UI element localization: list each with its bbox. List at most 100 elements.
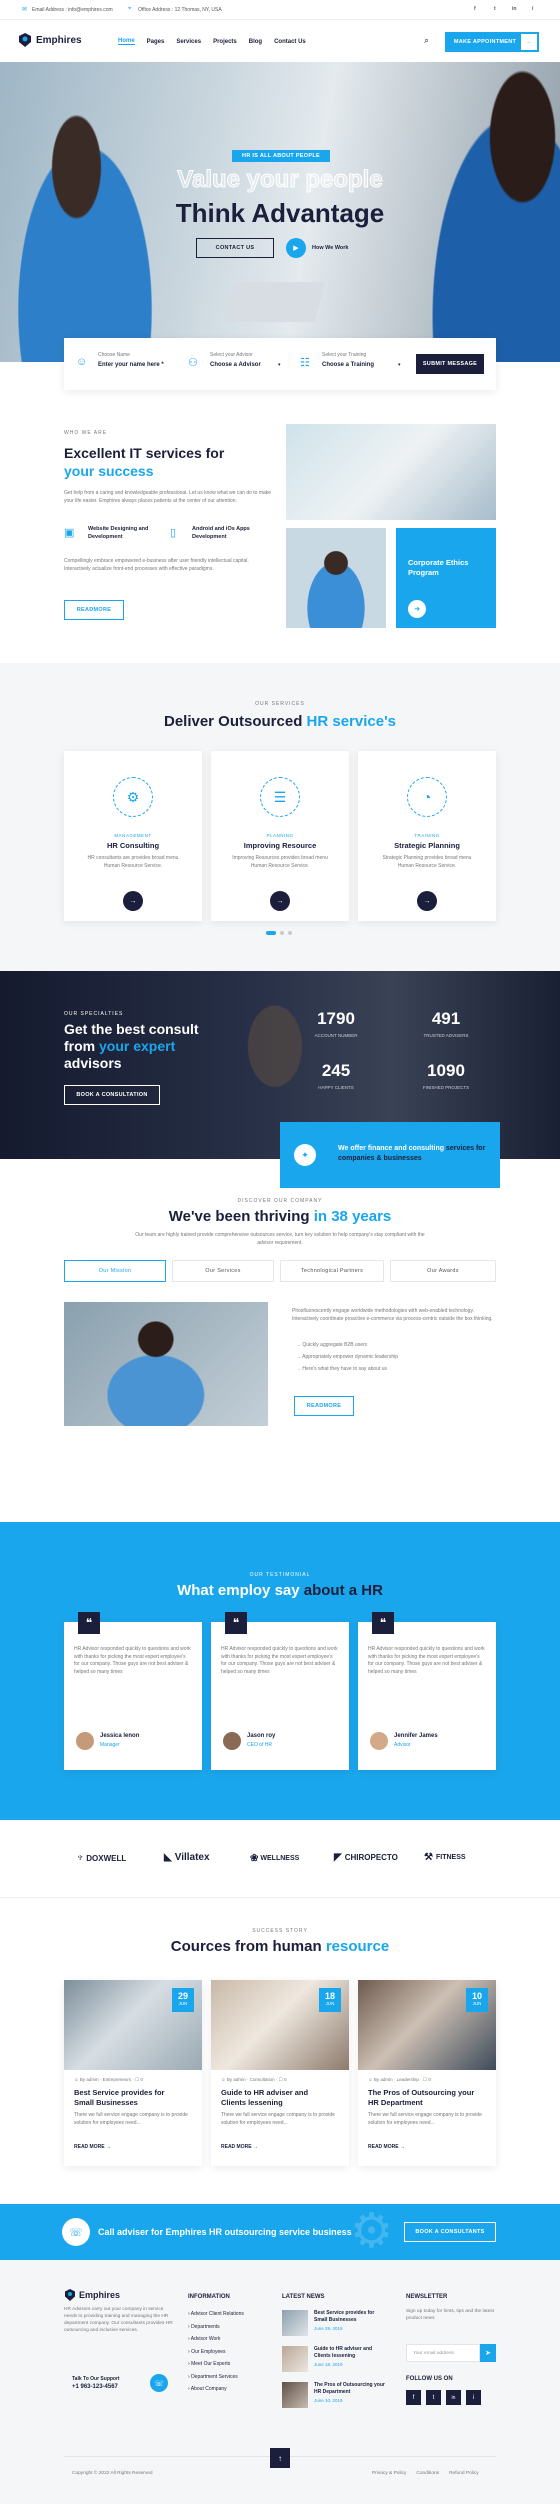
copyright: Copyright © 2022 All Rights Reserved: [72, 2471, 153, 2476]
advisor-select[interactable]: Choose a Advisor: [210, 362, 261, 368]
mission-readmore-button[interactable]: READMORE: [294, 1396, 354, 1416]
service-arrow-icon[interactable]: →: [417, 891, 437, 911]
carousel-dot[interactable]: [280, 931, 284, 935]
blog-title-b: resource: [325, 1938, 390, 1955]
footer-link[interactable]: › Advisor Work: [188, 2333, 244, 2346]
chevron-down-icon: ▾: [278, 362, 281, 368]
blog-card[interactable]: 29 JUN ☺ By admin · Entrepreneurs · ☐ 0 …: [64, 1980, 202, 2166]
client-logo-villatex[interactable]: ◣ Villatex: [164, 1852, 210, 1863]
nav-services[interactable]: Services: [176, 39, 201, 45]
newsletter-email-input[interactable]: Your email address: [406, 2344, 480, 2362]
nav-home[interactable]: Home: [118, 38, 135, 45]
book-consultants-button[interactable]: BOOK A CONSULTANTS: [404, 2222, 496, 2242]
news-item[interactable]: Best Service provides for Small Business…: [282, 2310, 382, 2340]
service-card[interactable]: ⚙ MANAGEMENT HR Consulting HR consultant…: [64, 751, 202, 921]
client-logo-chiropecto[interactable]: ◤ CHIROPECTO: [334, 1852, 398, 1863]
app-icon: ▯: [170, 527, 177, 539]
instagram-icon[interactable]: i: [466, 2390, 481, 2405]
instagram-icon[interactable]: i: [532, 6, 533, 12]
footer-link[interactable]: › Advisor Client Relations: [188, 2308, 244, 2321]
training-select[interactable]: Choose a Training: [322, 362, 374, 368]
service-card[interactable]: ☰ PLANNING Improving Resource Improving …: [211, 751, 349, 921]
search-icon[interactable]: ⌕: [424, 35, 429, 46]
tab-partners[interactable]: Technological Partners: [280, 1260, 384, 1282]
facebook-icon[interactable]: f: [474, 6, 476, 12]
read-more-link[interactable]: READ MORE →: [221, 2144, 258, 2150]
how-we-work-link[interactable]: How We Work: [312, 245, 348, 251]
blog-post-title[interactable]: Best Service provides for Small Businesse…: [74, 2088, 194, 2108]
facebook-icon[interactable]: f: [406, 2390, 421, 2405]
stats-title: Get the best consult from your expert ad…: [64, 1021, 199, 1072]
news-item[interactable]: Guide to HR adviser and Clients lessenin…: [282, 2346, 382, 2376]
refund-link[interactable]: Refund Policy: [449, 2470, 479, 2478]
footer-link[interactable]: › Our Employees: [188, 2346, 244, 2359]
training-icon: ☷: [300, 357, 310, 369]
book-consultation-button[interactable]: BOOK A CONSULTATION: [64, 1085, 160, 1105]
linkedin-icon[interactable]: in: [446, 2390, 461, 2405]
nav-contact[interactable]: Contact Us: [274, 39, 306, 45]
footer-phone[interactable]: +1 963-123-4567: [72, 2384, 118, 2390]
tab-services[interactable]: Our Services: [172, 1260, 274, 1282]
logo[interactable]: Emphires: [18, 32, 82, 48]
hero: HR IS ALL ABOUT PEOPLE Value your people…: [0, 62, 560, 362]
scroll-top-button[interactable]: ↑: [270, 2448, 290, 2468]
footer-logo[interactable]: Emphires: [64, 2288, 120, 2302]
mission-photo: [64, 1302, 268, 1426]
blog-post-title[interactable]: The Pros of Outsourcing your HR Departmen…: [368, 2088, 488, 2108]
read-more-link[interactable]: READ MORE →: [74, 2144, 111, 2150]
news-item[interactable]: The Pros of Outsourcing your HR Departme…: [282, 2382, 385, 2412]
twitter-icon[interactable]: t: [494, 6, 496, 12]
testimonial-role: CEO of HR: [247, 1742, 273, 1748]
name-input[interactable]: Enter your name here *: [98, 362, 164, 368]
blog-card[interactable]: 10 JUN ☺ By admin · Leadership · ☐ 0 The…: [358, 1980, 496, 2166]
nav-blog[interactable]: Blog: [249, 39, 262, 45]
about-text2: Compellingly embrace empowered e-busines…: [64, 558, 249, 572]
wellness-icon: ❀: [250, 1853, 259, 1864]
carousel-dot[interactable]: [288, 931, 292, 935]
client-logo-wellness[interactable]: ❀ WELLNESS: [250, 1853, 299, 1864]
read-more-link[interactable]: READ MORE →: [368, 2144, 405, 2150]
submit-message-button[interactable]: SUBMIT MESSAGE: [416, 354, 484, 374]
finance-text-b: services for: [446, 1145, 486, 1152]
ethics-arrow-icon[interactable]: ➜: [408, 600, 426, 618]
footer-link[interactable]: › Department Services: [188, 2371, 244, 2384]
play-icon[interactable]: ▶: [286, 238, 306, 258]
conditions-link[interactable]: Conditions: [416, 2470, 439, 2478]
topbar-email[interactable]: Email Address : info@emphires.com: [32, 7, 113, 13]
blog-card[interactable]: 18 JUN ☺ By admin · Consultation · ☐ 0 G…: [211, 1980, 349, 2166]
finance-icon: ✦: [294, 1144, 316, 1166]
service-arrow-icon[interactable]: →: [123, 891, 143, 911]
training-label: Select your Training: [322, 352, 367, 358]
nav-projects[interactable]: Projects: [213, 39, 237, 45]
client-logo-fitness[interactable]: ⚒ FITNESS: [424, 1852, 466, 1863]
service-title: Improving Resource: [243, 841, 317, 850]
send-icon[interactable]: ➤: [480, 2344, 496, 2362]
footer-link[interactable]: › Departments: [188, 2321, 244, 2334]
linkedin-icon[interactable]: in: [512, 6, 516, 12]
service-text: Improving Resources provides broad menu …: [232, 855, 328, 869]
blog-post-title[interactable]: Guide to HR adviser and Clients lessening: [221, 2088, 341, 2108]
contact-us-button[interactable]: CONTACT US: [196, 238, 274, 258]
blog-author: By admin: [373, 2077, 393, 2082]
feature-web: Website Designing and Development: [88, 526, 149, 540]
about-readmore-button[interactable]: READMORE: [64, 600, 124, 620]
twitter-icon[interactable]: t: [426, 2390, 441, 2405]
client-logo-doxwell[interactable]: ♆ DOXWELL: [76, 1852, 126, 1864]
footer-link[interactable]: › Meet Our Experts: [188, 2358, 244, 2371]
web-design-icon: ▣: [64, 527, 75, 539]
ethics-card[interactable]: Corporate Ethics Program ➜: [396, 528, 496, 628]
carousel-dot-active[interactable]: [266, 931, 276, 935]
make-appointment-button[interactable]: MAKE APPOINTMENT →: [445, 32, 539, 52]
service-card[interactable]: ◔ TRAINING Strategic Planning Strategic …: [358, 751, 496, 921]
quote-icon: ❝: [225, 1612, 247, 1634]
date-day: 29: [177, 1991, 188, 2001]
privacy-link[interactable]: Privacy & Policy: [372, 2470, 406, 2478]
footer-link[interactable]: › About Company: [188, 2383, 244, 2396]
tab-mission[interactable]: Our Mission: [64, 1260, 166, 1282]
service-arrow-icon[interactable]: →: [270, 891, 290, 911]
quote-icon: ❝: [372, 1612, 394, 1634]
tab-awards[interactable]: Our Awards: [390, 1260, 496, 1282]
footer-newsletter-title: NEWSLETTER: [406, 2294, 448, 2300]
testimonial-card: ❝ HR Advisor responded quickly to questi…: [211, 1612, 349, 1770]
nav-pages[interactable]: Pages: [147, 39, 165, 45]
